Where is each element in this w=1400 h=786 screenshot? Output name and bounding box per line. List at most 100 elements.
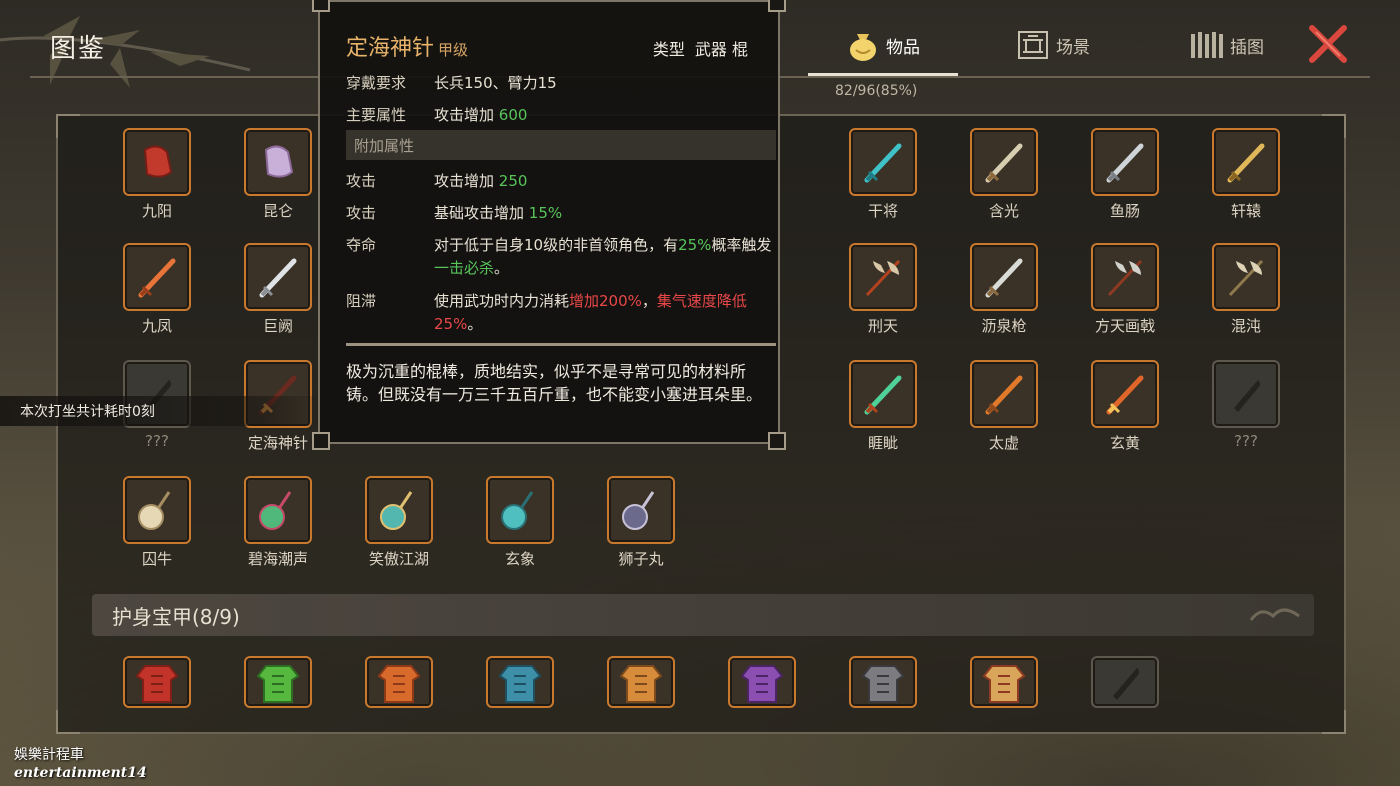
collection-item[interactable]: 囚牛: [121, 476, 193, 569]
meditation-status: 本次打坐共计耗时0刻: [0, 396, 330, 426]
close-icon[interactable]: [1306, 22, 1350, 66]
attr-text: 。: [494, 259, 510, 277]
item-slot: [1091, 656, 1159, 708]
tab-illustrations[interactable]: 插图: [1190, 20, 1264, 70]
tooltip-corner: [312, 432, 330, 450]
corner-ornament: [56, 114, 80, 138]
collection-item[interactable]: 玄黄: [1089, 360, 1161, 453]
collection-item[interactable]: 轩辕: [1210, 128, 1282, 221]
collection-item[interactable]: [363, 656, 435, 708]
item-label: ???: [1234, 432, 1258, 450]
robe-icon: [982, 665, 1026, 703]
extra-attribute-row: 阻滞 使用武功时内力消耗增加200%，集气速度降低25%。: [346, 290, 774, 336]
item-name: 定海神针 甲级: [346, 30, 468, 62]
collection-item[interactable]: 睚眦: [847, 360, 919, 453]
attr-key: 阻滞: [346, 292, 377, 310]
axe-icon: [865, 259, 901, 297]
collection-item[interactable]: 九阳: [121, 128, 193, 221]
item-grade: 甲级: [438, 41, 469, 59]
orange-armor-icon: [377, 665, 421, 703]
item-slot: [244, 128, 312, 196]
item-label: 定海神针: [247, 434, 308, 452]
tab-label: 场景: [1056, 37, 1090, 58]
item-description: 极为沉重的棍棒，质地结实，似乎不是寻常可见的材料所铸。但既没有一万三千五百斤重，…: [346, 362, 763, 404]
spear-icon: [985, 258, 1023, 298]
extra-attribute-row: 夺命 对于低于自身10级的非首领角色，有25%概率触发一击必杀。: [346, 234, 774, 280]
collection-item[interactable]: [605, 656, 677, 708]
collection-item[interactable]: [121, 656, 193, 708]
collection-item[interactable]: [484, 656, 556, 708]
type-label: 类型: [652, 40, 685, 59]
collection-item[interactable]: 干将: [847, 128, 919, 221]
item-slot: [244, 476, 312, 544]
collection-item[interactable]: 鱼肠: [1089, 128, 1161, 221]
item-slot: [849, 656, 917, 708]
item-slot: [849, 360, 917, 428]
item-label: 巨阙: [262, 317, 293, 335]
green-armor-icon: [256, 665, 300, 703]
bamboo-branch-decoration: [0, 16, 251, 88]
item-slot: [970, 656, 1038, 708]
item-label: 睚眦: [867, 434, 898, 452]
item-slot: [123, 476, 191, 544]
collection-item[interactable]: [242, 656, 314, 708]
collection-item[interactable]: 笑傲江湖: [363, 476, 435, 569]
item-tooltip: 定海神针 甲级 类型 武器 棍 穿戴要求 长兵150、臂力15 主要属性 攻击增加 …: [312, 0, 786, 450]
bone-flute-icon: [138, 491, 171, 530]
collection-item[interactable]: [968, 656, 1040, 708]
item-label: 玄黄: [1109, 434, 1140, 452]
collection-item[interactable]: 含光: [968, 128, 1040, 221]
collection-item[interactable]: 方天画戟: [1089, 243, 1161, 336]
collection-item[interactable]: 碧海潮声: [242, 476, 314, 569]
collection-item[interactable]: 太虚: [968, 360, 1040, 453]
locked-icon: [1234, 380, 1260, 412]
orange-sword-icon: [138, 258, 176, 298]
collection-item[interactable]: [1089, 656, 1161, 708]
item-label: 囚牛: [141, 550, 172, 568]
item-slot: [365, 656, 433, 708]
attr-key: 攻击: [346, 172, 377, 190]
collection-item[interactable]: [726, 656, 798, 708]
section-title: 护身宝甲(8/9): [112, 604, 240, 629]
item-label: 狮子丸: [618, 550, 664, 568]
flame-staff-icon: [1106, 375, 1144, 415]
tab-scenes[interactable]: 场景: [1016, 20, 1090, 70]
brush-icon: [985, 375, 1023, 415]
collection-item[interactable]: 昆仑: [242, 128, 314, 221]
attr-number: 250: [498, 172, 528, 190]
collection-item[interactable]: 巨阙: [242, 243, 314, 336]
watermark-line: 娛樂計程車: [14, 747, 84, 763]
item-label: 干将: [867, 202, 898, 220]
collection-item[interactable]: [847, 656, 919, 708]
green-flute-icon: [259, 491, 292, 530]
armor-section-header[interactable]: 护身宝甲(8/9): [92, 594, 1314, 636]
collection-item[interactable]: 沥泉枪: [968, 243, 1040, 336]
collection-item[interactable]: 玄象: [484, 476, 556, 569]
item-slot: [365, 476, 433, 544]
extra-attribute-row: 攻击 攻击增加 250: [346, 170, 774, 193]
attr-highlight: 一击必杀: [434, 259, 495, 277]
item-slot: [849, 243, 917, 311]
dagger-icon: [1106, 143, 1144, 183]
item-label: 含光: [988, 202, 1019, 220]
item-slot: [1212, 360, 1280, 428]
collection-item[interactable]: ???: [1210, 360, 1282, 450]
collection-item[interactable]: 混沌: [1210, 243, 1282, 336]
pipa-icon: [622, 491, 655, 530]
tooltip-corner: [768, 0, 786, 12]
collection-item[interactable]: 九凤: [121, 243, 193, 336]
pavilion-icon: [1018, 31, 1048, 59]
item-slot: [123, 243, 191, 311]
item-slot: [1091, 128, 1159, 196]
trident-icon: [1228, 259, 1264, 297]
item-label: 九阳: [141, 202, 172, 220]
collection-progress: 82/96(85%): [835, 83, 918, 99]
tab-items[interactable]: 物品: [846, 20, 920, 70]
purple-gauntlet-icon: [264, 145, 294, 178]
red-armor-icon: [135, 665, 179, 703]
scroll-icon: [1191, 32, 1223, 58]
tooltip-divider: [346, 343, 776, 346]
collection-item[interactable]: 狮子丸: [605, 476, 677, 569]
collection-item[interactable]: 刑天: [847, 243, 919, 336]
teal-lute-icon: [501, 491, 534, 530]
